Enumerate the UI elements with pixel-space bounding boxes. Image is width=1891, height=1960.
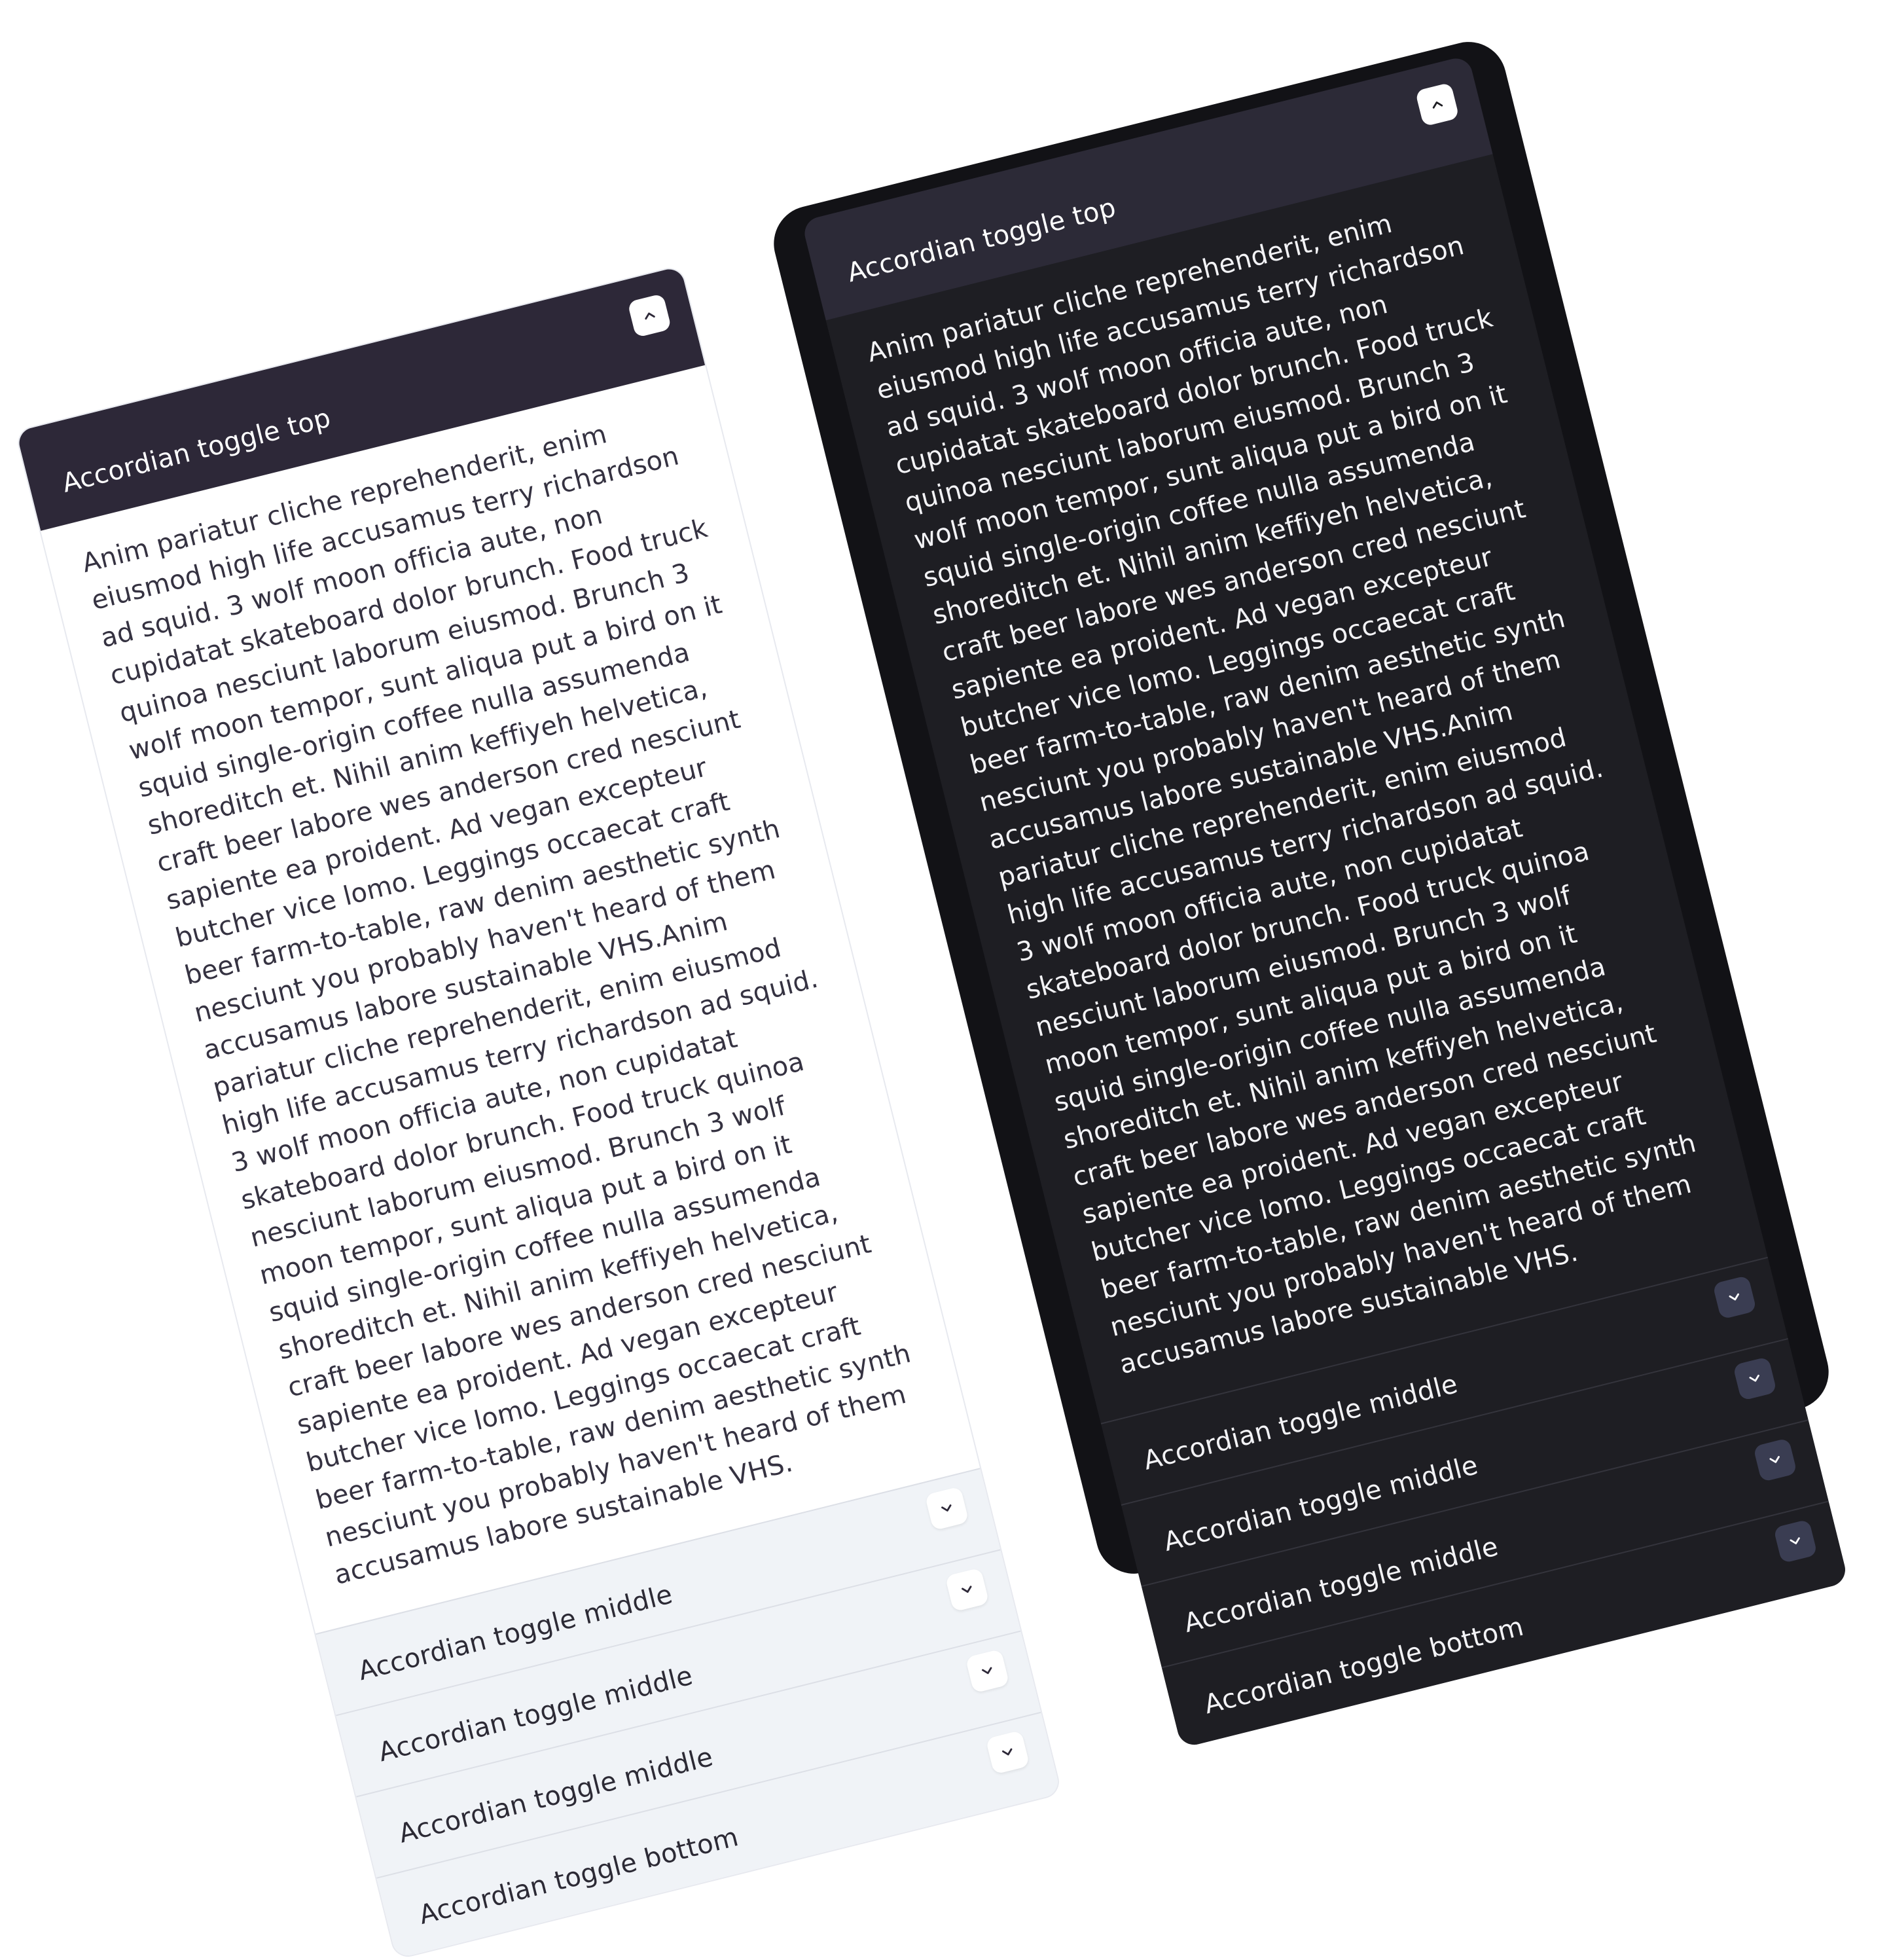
chevron-down-icon[interactable] [1773,1519,1818,1564]
light-accordion-body-text: Anim pariatur cliche reprehenderit, enim… [41,365,981,1634]
chevron-down-icon[interactable] [985,1730,1030,1775]
chevron-up-icon[interactable] [627,293,672,338]
chevron-down-icon[interactable] [945,1567,990,1612]
chevron-down-icon[interactable] [965,1648,1010,1694]
dark-accordion-body-text: Anim pariatur cliche reprehenderit, enim… [825,154,1768,1423]
chevron-down-icon[interactable] [1753,1438,1797,1483]
chevron-down-icon[interactable] [1733,1356,1777,1401]
chevron-down-icon[interactable] [924,1486,969,1531]
chevron-down-icon[interactable] [1712,1275,1757,1320]
chevron-up-icon[interactable] [1414,82,1460,127]
